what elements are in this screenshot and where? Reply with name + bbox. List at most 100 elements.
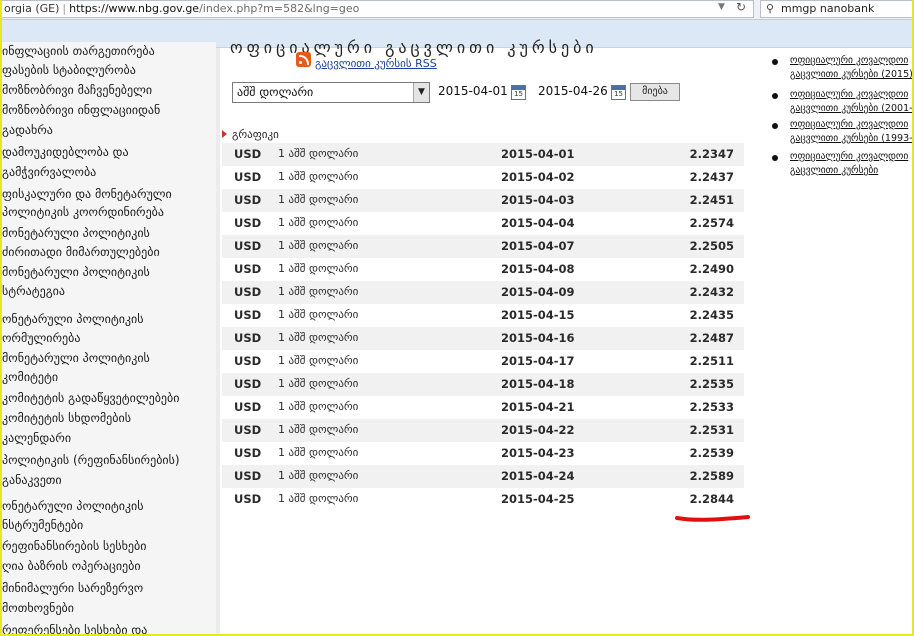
- rate-value: 2.2531: [689, 423, 734, 437]
- related-link-line[interactable]: გაცვლითი კურსები (2015): [790, 68, 912, 82]
- rate-value: 2.2574: [689, 216, 734, 230]
- sidebar-item[interactable]: ფისკალური და მონეტარული: [2, 185, 216, 204]
- rate-value: 2.2533: [689, 400, 734, 414]
- sidebar-item[interactable]: ინფლაციის თარგეთირება: [2, 42, 216, 61]
- sidebar-item[interactable]: მონეტარული პოლიტიკის: [2, 349, 216, 368]
- currency-name: 1 აშშ დოლარი: [278, 492, 359, 505]
- bullet-icon: [772, 123, 778, 129]
- sidebar-item[interactable]: კომიტეტის სხდომების: [2, 409, 216, 428]
- sidebar-item[interactable]: ორმულირება: [2, 329, 216, 348]
- related-link-line[interactable]: ოფიციალური კოვალდოი: [790, 54, 908, 68]
- table-row: USD 1 აშშ დოლარი 2015-04-08 2.2490: [222, 258, 744, 281]
- related-link-line[interactable]: გაცვლითი კურსები (2001-2: [790, 102, 912, 116]
- sidebar-item[interactable]: კომიტეტი: [2, 368, 216, 387]
- table-row: USD 1 აშშ დოლარი 2015-04-25 2.2844: [222, 488, 744, 511]
- site-identity[interactable]: orgia (GE): [4, 2, 59, 15]
- sidebar-item[interactable]: რეფინანსირების სესხები: [2, 537, 216, 556]
- sidebar-item[interactable]: მოზნობრივი ინფლაციიდან: [2, 101, 216, 120]
- currency-name: 1 აშშ დოლარი: [278, 170, 359, 183]
- sidebar-item[interactable]: სტრატეგია: [2, 282, 216, 301]
- related-link-line[interactable]: ოფიციალური კოვალდოი: [790, 88, 908, 102]
- sidebar-item[interactable]: მინიმალური სარეზერვო: [2, 579, 216, 598]
- date-to-field[interactable]: 2015-04-26: [538, 84, 608, 98]
- table-row: USD 1 აშშ დოლარი 2015-04-21 2.2533: [222, 396, 744, 419]
- currency-select[interactable]: აშშ დოლარი ▼: [232, 82, 430, 103]
- sidebar-item[interactable]: პოლიტიკის კოორდინირება: [2, 203, 216, 222]
- rate-date: 2015-04-01: [501, 147, 575, 161]
- rate-date: 2015-04-25: [501, 492, 575, 506]
- table-row: USD 1 აშშ დოლარი 2015-04-18 2.2535: [222, 373, 744, 396]
- sidebar-item[interactable]: გამჭვირვალობა: [2, 163, 216, 182]
- rate-value: 2.2432: [689, 285, 734, 299]
- related-link-line[interactable]: ოფიციალური კოვალდოი: [790, 118, 908, 132]
- rate-value: 2.2490: [689, 262, 734, 276]
- calendar-icon[interactable]: 15: [511, 85, 526, 100]
- rate-date: 2015-04-15: [501, 308, 575, 322]
- browser-window: orgia (GE) | https://www.nbg.gov.ge/index.…: [0, 0, 914, 636]
- rate-value: 2.2505: [689, 239, 734, 253]
- sidebar-item[interactable]: ფასების სტაბილურობა: [2, 61, 216, 80]
- sidebar-item[interactable]: ძირითადი მიმართულებები: [2, 243, 216, 262]
- currency-code: USD: [234, 354, 262, 368]
- sidebar-item[interactable]: რეფერენსები სესხები და: [2, 621, 216, 634]
- rate-date: 2015-04-16: [501, 331, 575, 345]
- url-field[interactable]: orgia (GE) | https://www.nbg.gov.ge/index.…: [2, 0, 754, 18]
- rss-icon[interactable]: [296, 52, 311, 67]
- sidebar-item[interactable]: მოთხოვნები: [2, 599, 216, 618]
- currency-name: 1 აშშ დოლარი: [278, 354, 359, 367]
- related-link-line[interactable]: გაცვლითი კურსები (1993-2: [790, 132, 912, 146]
- currency-code: USD: [234, 262, 262, 276]
- bullet-arrow-icon: [222, 130, 227, 138]
- calendar-icon[interactable]: 15: [611, 85, 626, 100]
- chevron-down-icon[interactable]: ▼: [413, 83, 429, 102]
- rss-link[interactable]: გაცვლითი კურსის RSS: [315, 57, 437, 70]
- related-link-line[interactable]: გაცვლითი კურსები: [790, 164, 878, 178]
- currency-name: 1 აშშ დოლარი: [278, 147, 359, 160]
- url-dropdown-icon[interactable]: ▼: [718, 2, 725, 12]
- submit-button[interactable]: მიება: [630, 83, 680, 101]
- rate-value: 2.2437: [689, 170, 734, 184]
- url-separator: |: [62, 2, 67, 15]
- rate-value: 2.2589: [689, 469, 734, 483]
- currency-code: USD: [234, 446, 262, 460]
- currency-name: 1 აშშ დოლარი: [278, 377, 359, 390]
- sidebar-item[interactable]: მონეტარული პოლიტიკის: [2, 263, 216, 282]
- related-link-line[interactable]: ოფიციალური კოვალდოი: [790, 150, 908, 164]
- currency-name: 1 აშშ დოლარი: [278, 446, 359, 459]
- table-row: USD 1 აშშ დოლარი 2015-04-02 2.2437: [222, 166, 744, 189]
- currency-name: 1 აშშ დოლარი: [278, 423, 359, 436]
- reload-icon[interactable]: ↻: [736, 0, 746, 14]
- sidebar-item[interactable]: კომიტეტის გადაწყვეტილებები: [2, 389, 216, 408]
- sidebar-item[interactable]: ონეტარული პოლიტიკის: [2, 310, 216, 329]
- rate-date: 2015-04-17: [501, 354, 575, 368]
- graph-link[interactable]: გრაფიკი: [222, 128, 279, 141]
- currency-code: USD: [234, 239, 262, 253]
- currency-code: USD: [234, 423, 262, 437]
- currency-name: 1 აშშ დოლარი: [278, 308, 359, 321]
- rate-date: 2015-04-03: [501, 193, 575, 207]
- currency-code: USD: [234, 285, 262, 299]
- rate-value: 2.2435: [689, 308, 734, 322]
- sidebar-item[interactable]: პოლიტიკის (რეფინანსირების): [2, 451, 216, 470]
- currency-select-value: აშშ დოლარი: [237, 85, 314, 99]
- sidebar-item[interactable]: განაკვეთი: [2, 471, 216, 490]
- search-field[interactable]: ⚲ mmgp nanobank: [760, 0, 912, 18]
- currency-name: 1 აშშ დოლარი: [278, 331, 359, 344]
- sidebar-item[interactable]: ღია ბაზრის ოპერაციები: [2, 557, 216, 576]
- sidebar-item[interactable]: გადახრა: [2, 121, 216, 140]
- sidebar-item[interactable]: მოზნობრივი მაჩვენებელი: [2, 81, 216, 100]
- table-row: USD 1 აშშ დოლარი 2015-04-15 2.2435: [222, 304, 744, 327]
- table-row: USD 1 აშშ დოლარი 2015-04-24 2.2589: [222, 465, 744, 488]
- sidebar-item[interactable]: ონეტარული პოლიტიკის: [2, 497, 216, 516]
- sidebar-item[interactable]: დამოუკიდებლობა და: [2, 143, 216, 162]
- rate-date: 2015-04-04: [501, 216, 575, 230]
- currency-code: USD: [234, 193, 262, 207]
- currency-name: 1 აშშ დოლარი: [278, 216, 359, 229]
- sidebar-item[interactable]: კალენდარი: [2, 429, 216, 448]
- rate-date: 2015-04-21: [501, 400, 575, 414]
- date-from-field[interactable]: 2015-04-01: [438, 84, 508, 98]
- sidebar-item[interactable]: ნსტრუმენტები: [2, 516, 216, 535]
- sidebar-item[interactable]: მონეტარული პოლიტიკის: [2, 224, 216, 243]
- url-path: /index.php?m=582&lng=geo: [199, 2, 360, 15]
- currency-code: USD: [234, 147, 262, 161]
